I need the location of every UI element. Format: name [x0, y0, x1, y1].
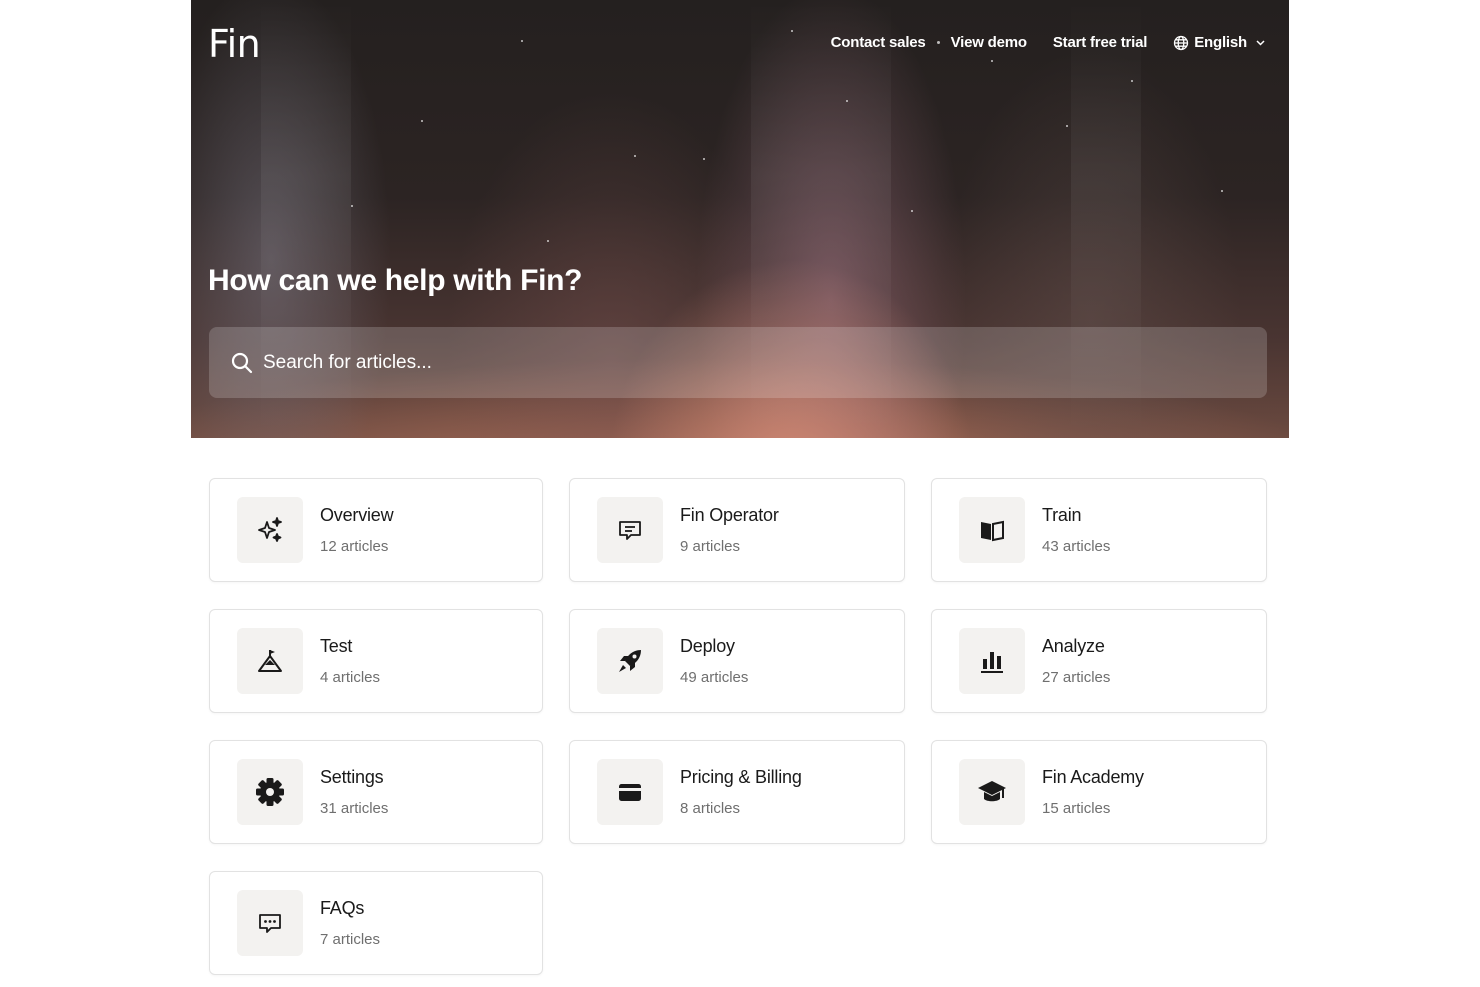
collection-count: 27 articles: [1042, 669, 1111, 686]
sparkles-icon: [258, 517, 282, 542]
icon-tile: [959, 759, 1025, 825]
hero-title: How can we help with Fin?: [208, 264, 583, 297]
start-free-trial-link[interactable]: Start free trial: [1053, 34, 1148, 51]
collection-card-deploy[interactable]: Deploy 49 articles: [569, 609, 905, 713]
collection-title: FAQs: [320, 898, 365, 918]
search-input[interactable]: Search for articles...: [209, 327, 1267, 398]
graduation-cap-icon: [978, 781, 1006, 802]
icon-tile: [237, 497, 303, 563]
collection-card-test[interactable]: Test 4 articles: [209, 609, 543, 713]
collection-card-train[interactable]: Train 43 articles: [931, 478, 1267, 582]
collection-card-fin-academy[interactable]: Fin Academy 15 articles: [931, 740, 1267, 844]
mountain-flag-icon: [258, 650, 282, 672]
collection-card-analyze[interactable]: Analyze 27 articles: [931, 609, 1267, 713]
collection-title: Fin Academy: [1042, 767, 1144, 787]
collection-count: 9 articles: [680, 538, 741, 555]
collection-count: 12 articles: [320, 538, 389, 555]
collection-title: Analyze: [1042, 636, 1105, 656]
icon-tile: [597, 628, 663, 694]
collection-title: Test: [320, 636, 353, 656]
collection-title: Overview: [320, 505, 394, 525]
collection-card-faqs[interactable]: FAQs 7 articles: [209, 871, 543, 975]
rocket-icon: [619, 650, 641, 672]
collection-title: Train: [1042, 505, 1082, 525]
language-label: English: [1194, 34, 1247, 51]
fin-logo[interactable]: Fin: [208, 22, 261, 66]
collection-count: 49 articles: [680, 669, 749, 686]
gear-icon: [256, 778, 284, 806]
language-selector[interactable]: English: [1173, 34, 1265, 51]
bar-chart-icon: [981, 652, 1003, 673]
collection-card-pricing-billing[interactable]: Pricing & Billing 8 articles: [569, 740, 905, 844]
icon-tile: [597, 759, 663, 825]
credit-card-icon: [619, 784, 641, 801]
nav-separator: [936, 41, 940, 44]
chat-bubble-dots-icon: [259, 914, 281, 933]
chevron-down-icon: [1256, 39, 1265, 46]
icon-tile: [959, 628, 1025, 694]
top-nav: Contact sales View demo Start free trial…: [831, 34, 1265, 51]
collection-count: 43 articles: [1042, 538, 1111, 555]
contact-sales-link[interactable]: Contact sales: [831, 34, 926, 51]
collection-title: Deploy: [680, 636, 735, 656]
icon-tile: [597, 497, 663, 563]
icon-tile: [959, 497, 1025, 563]
search-icon: [231, 352, 253, 373]
collection-card-overview[interactable]: Overview 12 articles: [209, 478, 543, 582]
collection-card-fin-operator[interactable]: Fin Operator 9 articles: [569, 478, 905, 582]
collection-count: 4 articles: [320, 669, 381, 686]
collection-count: 8 articles: [680, 800, 741, 817]
icon-tile: [237, 890, 303, 956]
hero-banner: Fin Contact sales View demo Start free t…: [191, 0, 1289, 438]
collections-grid: Overview 12 articles Fin Operator 9 arti…: [209, 478, 1268, 975]
icon-tile: [237, 628, 303, 694]
collection-count: 31 articles: [320, 800, 389, 817]
collection-count: 7 articles: [320, 931, 381, 948]
collection-title: Settings: [320, 767, 384, 787]
collection-title: Fin Operator: [680, 505, 779, 525]
globe-icon: [1174, 35, 1189, 50]
collection-title: Pricing & Billing: [680, 767, 802, 787]
search-placeholder: Search for articles...: [263, 351, 432, 373]
collection-card-settings[interactable]: Settings 31 articles: [209, 740, 543, 844]
open-book-icon: [981, 520, 1004, 542]
icon-tile: [237, 759, 303, 825]
chat-bubble-lines-icon: [619, 521, 641, 540]
view-demo-link[interactable]: View demo: [951, 34, 1027, 51]
collection-count: 15 articles: [1042, 800, 1111, 817]
